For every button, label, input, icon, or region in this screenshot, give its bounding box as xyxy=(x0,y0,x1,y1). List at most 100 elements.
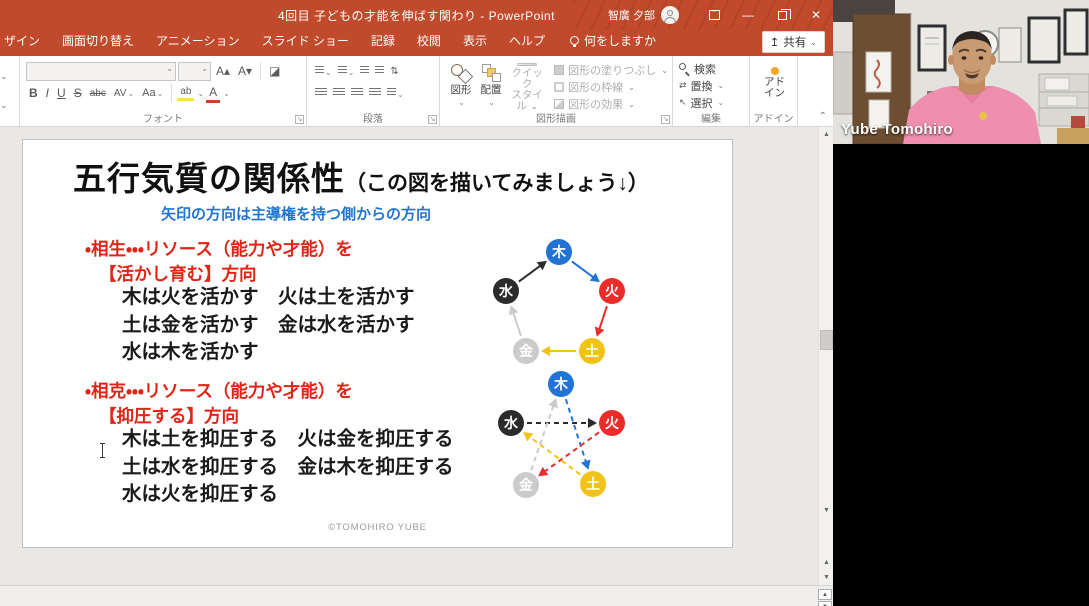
align-right-button[interactable] xyxy=(351,84,363,102)
columns-button[interactable]: ⌄ xyxy=(387,84,404,102)
copyright-credit: ©TOMOHIRO YUBE xyxy=(23,522,732,533)
element-node-water: 水 xyxy=(493,278,519,304)
strikethrough-button[interactable]: abc xyxy=(87,87,109,100)
bold-button[interactable]: B xyxy=(26,85,41,101)
lightbulb-icon xyxy=(570,36,579,45)
account-name[interactable]: 智廣 夕部 xyxy=(608,7,655,23)
shadow-strike-button[interactable]: S xyxy=(71,85,85,101)
arrowhead-water-to-wood xyxy=(537,261,547,270)
chevron-down-icon[interactable]: ⌄ xyxy=(0,71,8,82)
font-size-combobox[interactable] xyxy=(178,62,211,81)
screen: 4回目 子どもの才能を伸ばす関わり - PowerPoint 智廣 夕部 ⌃ —… xyxy=(0,0,1089,606)
close-button[interactable]: ✕ xyxy=(799,0,833,30)
tab-slideshow[interactable]: スライド ショー xyxy=(251,32,360,56)
collapse-ribbon-button[interactable]: ⌃ xyxy=(819,111,827,122)
svg-text:木: 木 xyxy=(553,376,569,392)
scroll-up-button[interactable]: ▲ xyxy=(819,127,834,142)
font-dialog-launcher[interactable]: ↘ xyxy=(295,115,304,124)
notes-scroll-down-button[interactable]: ▼ xyxy=(818,601,832,606)
scroll-down-button[interactable]: ▼ xyxy=(819,503,834,518)
align-center-button[interactable] xyxy=(333,84,345,102)
grow-font-button[interactable]: A▴ xyxy=(213,63,233,79)
arrowhead-earth-to-metal xyxy=(541,346,550,356)
ribbon-tab-row: ザイン 画面切り替え アニメーション スライド ショー 記録 校閲 表示 ヘルプ… xyxy=(0,30,833,56)
next-slide-button[interactable]: ▼ xyxy=(819,570,834,585)
tab-record[interactable]: 記録 xyxy=(360,32,406,56)
webcam-video[interactable]: Yube Tomohiro xyxy=(833,0,1089,144)
window-title: 4回目 子どもの才能を伸ばす関わり - PowerPoint xyxy=(278,7,555,24)
arrange-button[interactable]: 配置 ⌄ xyxy=(476,60,506,112)
tell-me-box[interactable]: 何をしますか xyxy=(556,32,666,56)
paragraph-dialog-launcher[interactable]: ↘ xyxy=(428,115,437,124)
notes-pane[interactable]: ▲ ▼ xyxy=(0,585,833,606)
tab-help[interactable]: ヘルプ xyxy=(498,32,556,56)
chevron-down-icon[interactable]: ⌄ xyxy=(0,100,8,111)
replace-icon: ⇄ xyxy=(679,80,687,91)
arrow-fire-to-earth xyxy=(598,306,607,332)
shape-effects-icon xyxy=(554,99,564,109)
element-node-fire: 火 xyxy=(599,278,625,304)
bullets-button[interactable]: ⌄ xyxy=(315,62,332,80)
previous-slide-button[interactable]: ▲ xyxy=(819,555,834,570)
restore-icon xyxy=(778,11,787,20)
find-button[interactable]: 検索 xyxy=(679,60,745,77)
title-bar: 4回目 子どもの才能を伸ばす関わり - PowerPoint 智廣 夕部 ⌃ —… xyxy=(0,0,833,30)
tab-design-partial[interactable]: ザイン xyxy=(0,32,51,56)
element-node-earth: 土 xyxy=(579,338,605,364)
justify-button[interactable] xyxy=(369,84,381,102)
italic-button[interactable]: I xyxy=(43,85,52,101)
notes-scroll-up-button[interactable]: ▲ xyxy=(818,589,832,600)
tab-animations[interactable]: アニメーション xyxy=(145,32,251,56)
svg-text:金: 金 xyxy=(519,343,534,359)
highlight-color-button[interactable]: ab xyxy=(177,85,194,101)
clear-formatting-button[interactable]: ◪ xyxy=(266,63,283,79)
element-node-metal: 金 xyxy=(513,472,539,498)
vertical-scrollbar[interactable]: ▲ ▼ ▲ ▼ xyxy=(818,127,833,585)
slide-subtitle: 矢印の方向は主導権を持つ側からの方向 xyxy=(161,203,431,224)
shapes-button[interactable]: 図形 ⌄ xyxy=(446,60,476,112)
shape-outline-icon xyxy=(554,82,564,92)
increase-indent-button[interactable] xyxy=(375,62,384,80)
change-case-button[interactable]: Aa⌄ xyxy=(139,86,166,100)
ribbon-display-options-button[interactable]: ⌃ xyxy=(697,0,731,30)
tab-view[interactable]: 表示 xyxy=(452,32,498,56)
shape-outline-button[interactable]: 図形の枠線 ⌄ xyxy=(554,79,668,95)
decrease-indent-button[interactable] xyxy=(360,62,369,80)
scrollbar-thumb[interactable] xyxy=(820,330,833,350)
tell-me-label: 何をしますか xyxy=(584,32,656,49)
font-name-combobox[interactable] xyxy=(26,62,176,81)
ribbon: ⌄ ⌄ A▴ A▾ ◪ B I U S abc xyxy=(0,56,833,127)
select-button[interactable]: ↖ 選択 ⌄ xyxy=(679,94,745,111)
replace-button[interactable]: ⇄ 置換 ⌄ xyxy=(679,77,745,94)
line-spacing-button[interactable]: ⇅ xyxy=(390,66,398,77)
tab-transitions[interactable]: 画面切り替え xyxy=(51,32,145,56)
element-node-earth: 土 xyxy=(580,471,606,497)
svg-text:土: 土 xyxy=(586,476,600,492)
quick-styles-icon xyxy=(517,63,537,66)
underline-button[interactable]: U xyxy=(54,85,69,101)
slide-canvas[interactable]: 五行気質の関係性（この図を描いてみましょう↓） 矢印の方向は主導権を持つ側からの… xyxy=(22,139,733,548)
numbering-button[interactable]: ⌄ xyxy=(338,62,355,80)
titlebar-controls: 智廣 夕部 ⌃ — ✕ xyxy=(608,0,833,30)
avatar[interactable] xyxy=(661,6,679,24)
align-left-button[interactable] xyxy=(315,84,327,102)
clipped-group-strip: ⌄ ⌄ xyxy=(0,56,20,126)
drawing-group: 図形 ⌄ 配置 ⌄ クイック スタイル ⌄ 図形の塗りつぶし xyxy=(440,56,673,126)
character-spacing-button[interactable]: AV⌄ xyxy=(111,87,137,100)
share-button[interactable]: ↥ 共有 ⌄ xyxy=(762,31,825,53)
shape-fill-button[interactable]: 図形の塗りつぶし ⌄ xyxy=(554,62,668,78)
text-cursor xyxy=(99,443,106,458)
tab-review[interactable]: 校閲 xyxy=(406,32,452,56)
restore-button[interactable] xyxy=(765,0,799,30)
addins-button[interactable]: アドイン xyxy=(756,60,793,99)
minimize-button[interactable]: — xyxy=(731,0,765,30)
drawing-dialog-launcher[interactable]: ↘ xyxy=(661,115,670,124)
svg-text:水: 水 xyxy=(498,283,514,299)
ribbon-display-options-icon: ⌃ xyxy=(709,10,720,20)
addin-icon xyxy=(771,67,779,75)
arrange-icon xyxy=(480,63,502,83)
shrink-font-button[interactable]: A▾ xyxy=(235,63,255,79)
addins-group-label: アドイン xyxy=(750,110,797,125)
font-color-button[interactable]: A xyxy=(206,84,220,103)
quick-styles-button[interactable]: クイック スタイル ⌄ xyxy=(506,60,548,112)
